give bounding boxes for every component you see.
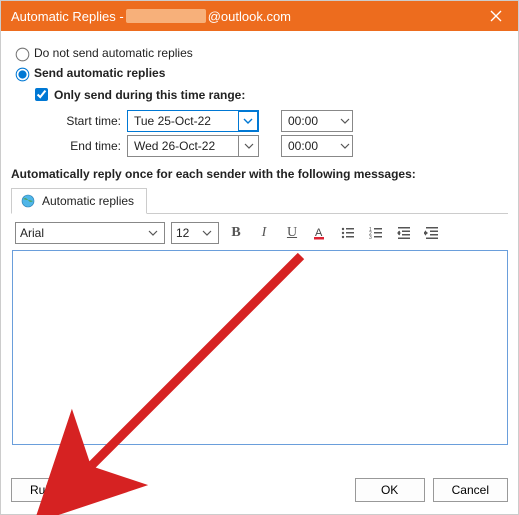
start-time-value: 00:00 [282,114,338,128]
numbered-list-button[interactable]: 123 [365,222,387,244]
radio-send[interactable]: Send automatic replies [11,65,508,81]
bottom-button-bar: Rules... OK Cancel [1,468,518,514]
start-time-label: Start time: [41,114,121,128]
start-date-value: Tue 25-Oct-22 [128,114,238,128]
end-date-dropdown-button[interactable] [238,136,258,156]
font-family-dropdown-button[interactable] [146,223,160,243]
tab-label: Automatic replies [42,194,134,208]
redacted-account [126,9,206,23]
message-instruction-label: Automatically reply once for each sender… [11,167,508,181]
tab-strip: Automatic replies [11,187,508,214]
numbered-list-icon: 123 [368,225,384,241]
cancel-button[interactable]: Cancel [433,478,508,502]
titlebar: Automatic Replies - @outlook.com [1,1,518,31]
editor-toolbar: Arial 12 B I U A 123 [11,214,508,250]
tab-automatic-replies[interactable]: Automatic replies [11,188,147,214]
start-time-dropdown-button[interactable] [338,111,352,131]
chevron-down-icon [243,116,253,126]
svg-text:3: 3 [369,235,372,241]
italic-button[interactable]: I [253,222,275,244]
radio-do-not-send-label: Do not send automatic replies [34,46,193,60]
end-time-picker[interactable]: 00:00 [281,135,353,157]
bold-button[interactable]: B [225,222,247,244]
automatic-replies-dialog: Automatic Replies - @outlook.com Do not … [0,0,519,515]
font-size-select[interactable]: 12 [171,222,219,244]
font-family-select[interactable]: Arial [15,222,165,244]
radio-send-input[interactable] [16,68,30,82]
end-time-label: End time: [41,139,121,153]
ok-button[interactable]: OK [355,478,425,502]
increase-indent-button[interactable] [421,222,443,244]
decrease-indent-icon [396,225,412,241]
font-color-button[interactable]: A [309,222,331,244]
rules-button[interactable]: Rules... [11,478,90,502]
font-size-value: 12 [176,226,200,240]
close-button[interactable] [473,1,518,31]
end-date-value: Wed 26-Oct-22 [128,139,238,153]
time-range-grid: Start time: Tue 25-Oct-22 00:00 End time… [41,110,508,157]
underline-button[interactable]: U [281,222,303,244]
decrease-indent-button[interactable] [393,222,415,244]
message-editor[interactable] [12,250,508,445]
checkbox-only-send-range[interactable]: Only send during this time range: [31,85,508,104]
chevron-down-icon [340,116,350,126]
title-suffix: @outlook.com [208,9,291,24]
close-icon [490,10,502,22]
font-size-dropdown-button[interactable] [200,223,214,243]
increase-indent-icon [424,225,440,241]
font-color-icon: A [312,225,328,241]
radio-send-label: Send automatic replies [34,66,165,80]
checkbox-only-send-range-input[interactable] [35,88,48,101]
checkbox-only-send-range-label: Only send during this time range: [54,88,245,102]
bullet-list-button[interactable] [337,222,359,244]
start-date-dropdown-button[interactable] [238,111,258,131]
end-time-dropdown-button[interactable] [338,136,352,156]
end-date-picker[interactable]: Wed 26-Oct-22 [127,135,259,157]
radio-do-not-send-input[interactable] [16,48,30,62]
chevron-down-icon [244,141,254,151]
radio-do-not-send[interactable]: Do not send automatic replies [11,45,508,61]
chevron-down-icon [148,228,158,238]
bullet-list-icon [340,225,356,241]
globe-icon [20,193,36,209]
chevron-down-icon [202,228,212,238]
font-family-value: Arial [20,226,146,240]
title-prefix: Automatic Replies - [11,9,124,24]
chevron-down-icon [340,141,350,151]
end-time-value: 00:00 [282,139,338,153]
start-date-picker[interactable]: Tue 25-Oct-22 [127,110,259,132]
start-time-picker[interactable]: 00:00 [281,110,353,132]
